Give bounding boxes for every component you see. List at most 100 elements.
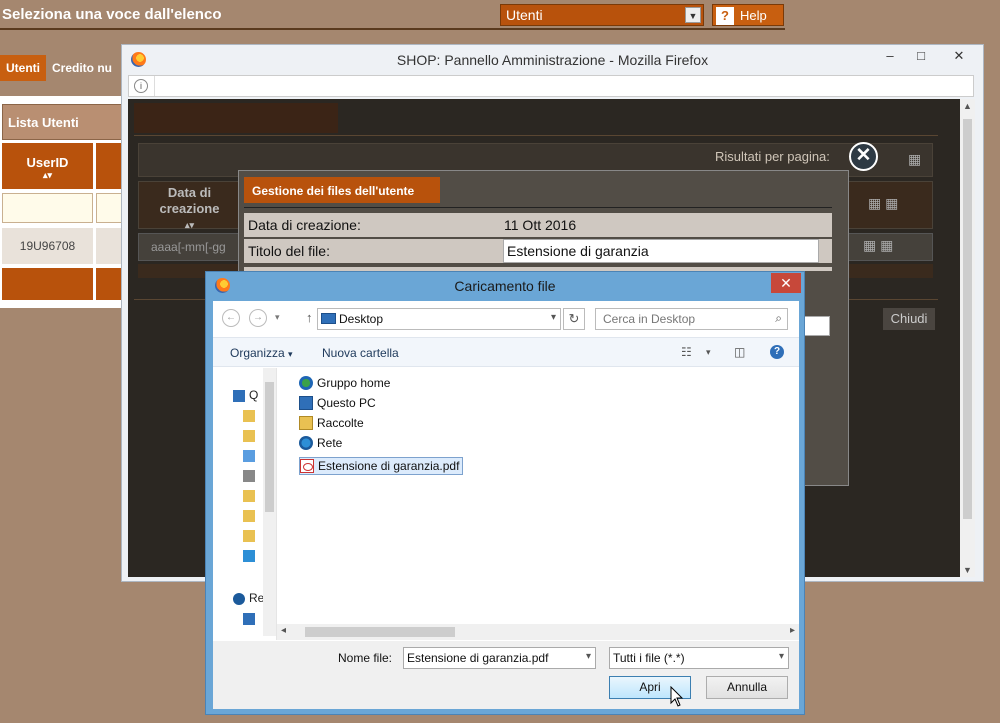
- date-filter-input[interactable]: aaaa[-mm[-gg: [151, 240, 226, 254]
- filter-cell[interactable]: [96, 193, 122, 223]
- tab-utenti[interactable]: Utenti: [0, 55, 46, 81]
- organizza-label: Organizza: [230, 346, 285, 360]
- page-title: Seleziona una voce dall'elenco: [2, 6, 222, 23]
- folder-icon[interactable]: [243, 510, 255, 522]
- preview-pane-icon[interactable]: ◫: [734, 345, 745, 359]
- network-icon[interactable]: [233, 593, 245, 605]
- help-icon[interactable]: ?: [770, 345, 784, 359]
- address-bar[interactable]: Desktop ▾: [317, 308, 561, 330]
- tree-item-label[interactable]: Q: [249, 388, 258, 402]
- data-creazione-column-header[interactable]: Data di creazione ▴▾: [146, 185, 233, 233]
- sort-icon[interactable]: ▴▾: [2, 170, 93, 181]
- scrollbar-thumb[interactable]: [265, 382, 274, 512]
- up-folder-icon[interactable]: ↑: [306, 310, 313, 325]
- computer-icon[interactable]: [243, 613, 255, 625]
- desktop-icon: [321, 313, 336, 324]
- help-label: Help: [740, 7, 767, 23]
- dialog-footer: Nome file: Estensione di garanzia.pdf ▾ …: [213, 641, 799, 709]
- row-action-icons[interactable]: ▦ ▦: [863, 237, 893, 254]
- folder-icon[interactable]: [243, 530, 255, 542]
- tree-scrollbar[interactable]: [263, 368, 276, 636]
- scroll-down-icon[interactable]: ▼: [960, 565, 975, 575]
- list-item-pdf[interactable]: Estensione di garanzia.pdf: [299, 457, 464, 475]
- chevron-down-icon: ▾: [288, 349, 293, 359]
- close-modal-icon[interactable]: ✕: [849, 142, 878, 171]
- command-bar: Organizza ▾ Nuova cartella ☷ ▾ ◫ ?: [213, 337, 799, 367]
- scroll-up-icon[interactable]: ▲: [960, 101, 975, 111]
- file-name-input[interactable]: Estensione di garanzia.pdf ▾: [403, 647, 596, 669]
- maximize-button[interactable]: □: [906, 46, 936, 68]
- file-label: Gruppo home: [317, 376, 391, 390]
- organizza-button[interactable]: Organizza ▾: [230, 346, 293, 360]
- music-folder-icon[interactable]: [243, 470, 255, 482]
- vertical-scrollbar[interactable]: ▲ ▼: [960, 99, 975, 577]
- url-bar[interactable]: i: [128, 75, 974, 97]
- window-close-button[interactable]: ✕: [944, 46, 974, 68]
- list-item-questo-pc[interactable]: Questo PC: [299, 394, 376, 412]
- view-options-icon[interactable]: ☷: [681, 345, 692, 359]
- file-title-input[interactable]: Estensione di garanzia: [503, 239, 819, 263]
- new-folder-button[interactable]: Nuova cartella: [322, 346, 399, 360]
- search-icon: ⌕: [775, 311, 782, 325]
- download-folder-icon[interactable]: [243, 450, 255, 462]
- scroll-left-icon[interactable]: ◂: [281, 625, 286, 636]
- chevron-down-icon: ▼: [685, 7, 701, 23]
- minimize-button[interactable]: ‒: [875, 46, 905, 68]
- tab-credito[interactable]: Credito nu: [46, 55, 118, 81]
- computer-icon[interactable]: [233, 390, 245, 402]
- chevron-down-icon: ▾: [778, 651, 784, 662]
- info-icon[interactable]: i: [134, 79, 148, 93]
- section-select[interactable]: Utenti ▼: [500, 4, 704, 26]
- chevron-down-icon[interactable]: ▾: [586, 651, 591, 662]
- table-footer: [2, 268, 93, 300]
- creation-date-label: Data di creazione:: [248, 217, 361, 233]
- scrollbar-thumb[interactable]: [305, 627, 455, 637]
- file-label: Estensione di garanzia.pdf: [318, 459, 460, 473]
- dialog-close-button[interactable]: ✕: [771, 273, 801, 293]
- forward-icon[interactable]: →: [249, 309, 267, 327]
- recent-locations-icon[interactable]: ▾: [275, 312, 280, 323]
- horizontal-scrollbar[interactable]: ◂ ▸: [277, 624, 799, 640]
- scroll-right-icon[interactable]: ▸: [790, 625, 795, 636]
- sort-icon[interactable]: ▴▾: [146, 217, 233, 233]
- list-item-rete[interactable]: Rete: [299, 434, 342, 452]
- file-upload-dialog: Caricamento file ✕ ← → ▾ ↑ Desktop ▾ ↻ C…: [205, 271, 805, 715]
- chevron-down-icon[interactable]: ▾: [706, 347, 711, 358]
- filter-cell[interactable]: [2, 193, 93, 223]
- back-icon[interactable]: ←: [222, 309, 240, 327]
- refresh-icon[interactable]: ↻: [563, 308, 585, 330]
- dialog-title: Caricamento file: [454, 278, 556, 294]
- search-input[interactable]: Cerca in Desktop ⌕: [595, 308, 788, 330]
- network-icon: [299, 436, 313, 450]
- cancel-button[interactable]: Annulla: [706, 676, 788, 699]
- help-button[interactable]: ? Help: [712, 4, 784, 26]
- drive-icon[interactable]: [243, 550, 255, 562]
- dialog-body: ← → ▾ ↑ Desktop ▾ ↻ Cerca in Desktop ⌕ O…: [213, 301, 799, 709]
- folder-icon[interactable]: [243, 490, 255, 502]
- scrollbar-thumb[interactable]: [963, 119, 972, 519]
- content-tab[interactable]: [134, 103, 338, 133]
- userid-column-label: UserID: [26, 155, 69, 170]
- top-bar: Seleziona una voce dall'elenco Utenti ▼ …: [0, 0, 785, 30]
- chiudi-button[interactable]: Chiudi: [883, 308, 935, 330]
- file-list: Gruppo home Questo PC Raccolte Rete Este…: [277, 368, 799, 624]
- divider: [244, 207, 832, 208]
- file-label: Raccolte: [317, 416, 364, 430]
- userid-column-header[interactable]: UserID ▴▾: [2, 143, 93, 189]
- data-creazione-label: Data di creazione: [159, 185, 220, 216]
- background-tabs: Utenti Credito nu: [0, 55, 118, 81]
- header-action-icons[interactable]: ▦ ▦: [868, 195, 898, 212]
- chevron-down-icon[interactable]: ▾: [551, 312, 556, 323]
- results-per-page-label: Risultati per pagina:: [715, 149, 830, 164]
- list-item-raccolte[interactable]: Raccolte: [299, 414, 364, 432]
- userid-cell: 19U96708: [2, 228, 93, 264]
- libraries-icon: [299, 416, 313, 430]
- divider: [154, 76, 155, 96]
- file-type-select[interactable]: Tutti i file (*.*) ▾: [609, 647, 789, 669]
- export-icon[interactable]: ▦: [908, 151, 921, 168]
- folder-icon[interactable]: [243, 410, 255, 422]
- file-title-label: Titolo del file:: [248, 243, 330, 259]
- folder-icon[interactable]: [243, 430, 255, 442]
- list-item-gruppo-home[interactable]: Gruppo home: [299, 374, 390, 392]
- search-placeholder: Cerca in Desktop: [603, 312, 696, 326]
